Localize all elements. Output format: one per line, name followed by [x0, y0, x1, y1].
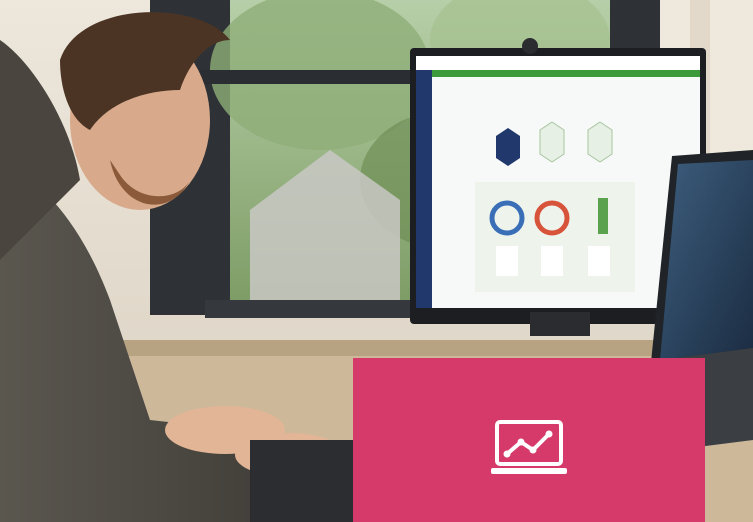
feature-tile [353, 358, 705, 522]
webcam-icon [522, 38, 538, 54]
analytics-monitor-icon [491, 420, 567, 474]
office-photo [0, 0, 753, 522]
keyboard [250, 440, 360, 522]
